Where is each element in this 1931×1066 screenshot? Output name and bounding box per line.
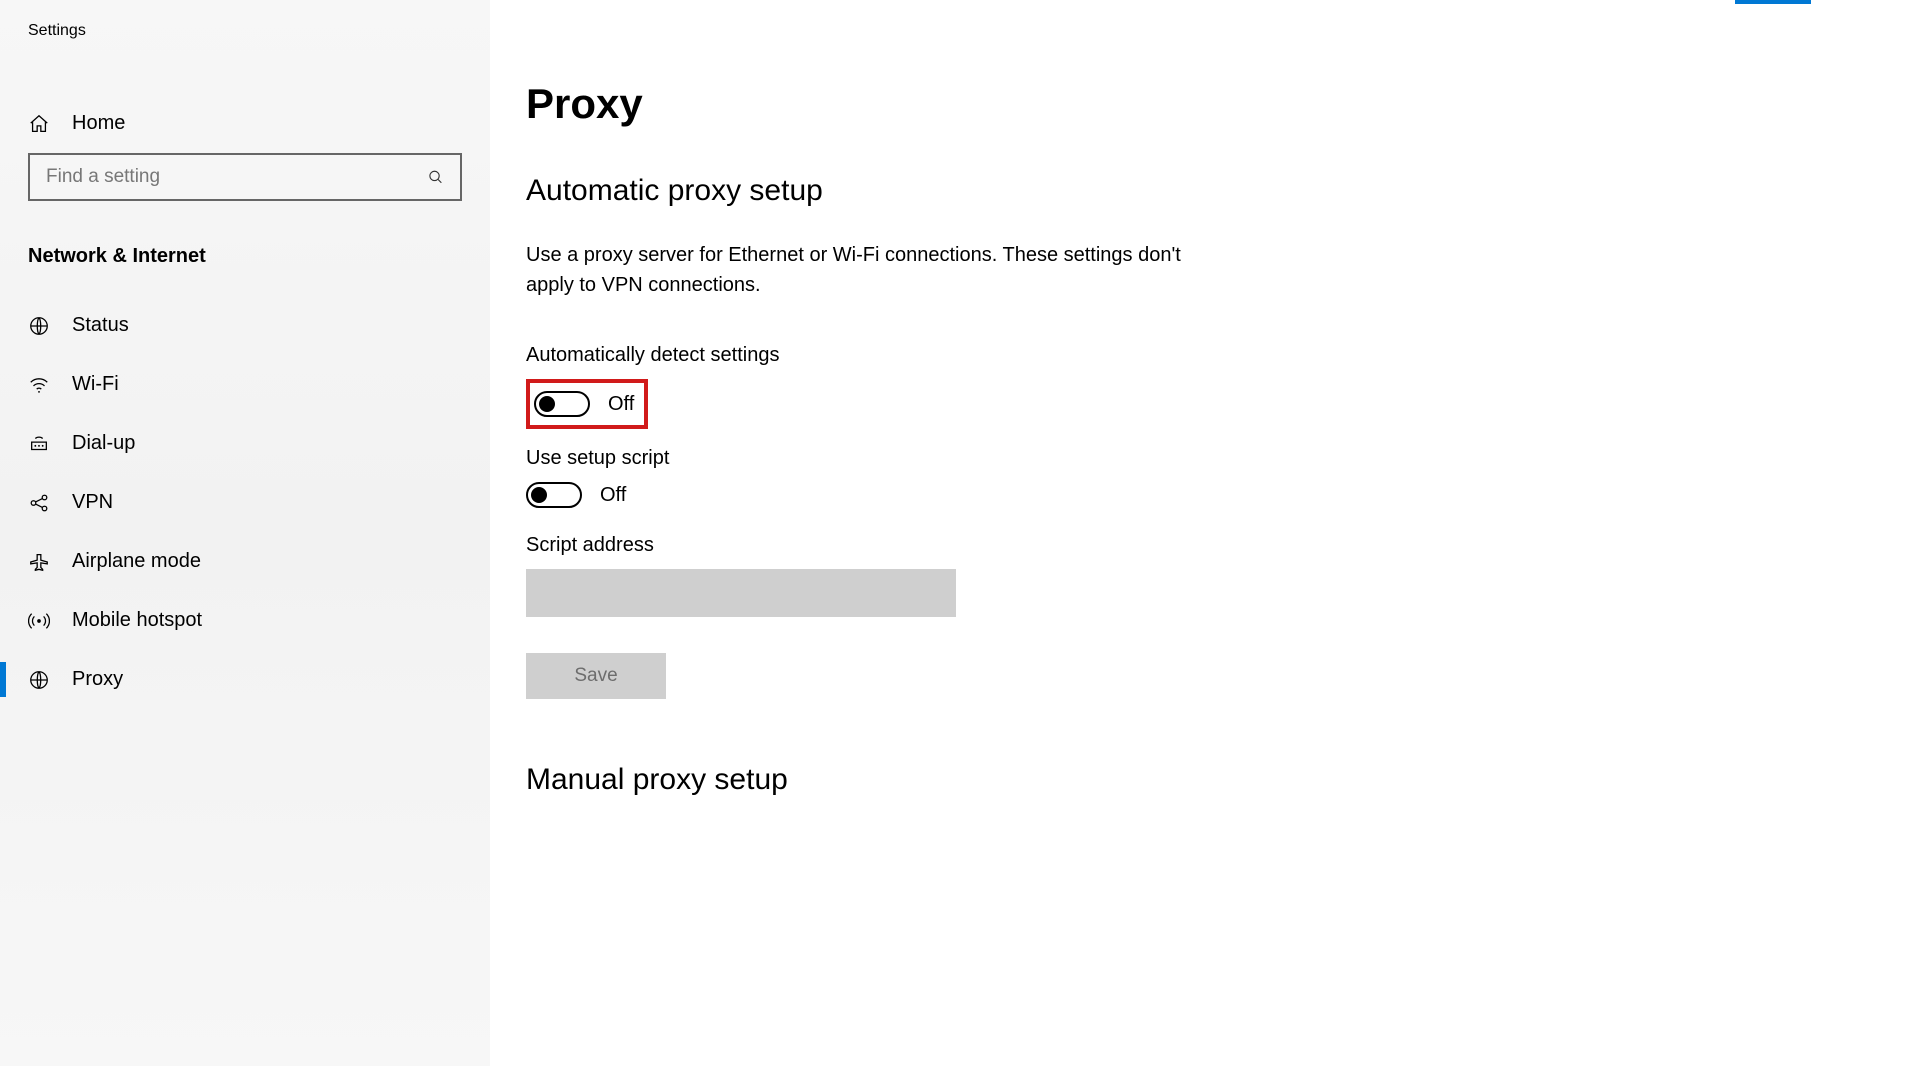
- search-field[interactable]: [46, 166, 427, 188]
- proxy-icon: [28, 669, 50, 691]
- home-icon: [28, 113, 50, 135]
- search-icon: [427, 168, 444, 186]
- nav-home[interactable]: Home: [0, 94, 490, 153]
- use-script-state: Off: [600, 484, 626, 507]
- page-title: Proxy: [526, 80, 1931, 128]
- auto-detect-state: Off: [608, 393, 634, 416]
- nav-home-label: Home: [72, 112, 125, 135]
- dialup-icon: [28, 433, 50, 455]
- airplane-icon: [28, 551, 50, 573]
- search-input[interactable]: [28, 153, 462, 201]
- section-manual-title: Manual proxy setup: [526, 763, 1931, 797]
- sidebar-item-label: Dial-up: [72, 432, 135, 455]
- sidebar-item-label: Wi-Fi: [72, 373, 119, 396]
- script-address-label: Script address: [526, 534, 1931, 557]
- wifi-icon: [28, 374, 50, 396]
- use-script-toggle[interactable]: [526, 482, 582, 508]
- sidebar-item-proxy[interactable]: Proxy: [0, 650, 490, 709]
- sidebar-item-label: Airplane mode: [72, 550, 201, 573]
- section-automatic-title: Automatic proxy setup: [526, 174, 1931, 208]
- accent-strip: [1735, 0, 1811, 4]
- sidebar-item-label: Status: [72, 314, 129, 337]
- globe-icon: [28, 315, 50, 337]
- sidebar-category: Network & Internet: [0, 229, 490, 296]
- sidebar-item-status[interactable]: Status: [0, 296, 490, 355]
- auto-detect-toggle[interactable]: [534, 391, 590, 417]
- sidebar: Settings Home Network & Internet Status …: [0, 0, 490, 1066]
- sidebar-item-dialup[interactable]: Dial-up: [0, 414, 490, 473]
- section-automatic-desc: Use a proxy server for Ethernet or Wi-Fi…: [526, 240, 1186, 300]
- use-script-label: Use setup script: [526, 447, 1931, 470]
- vpn-icon: [28, 492, 50, 514]
- highlight-auto-detect-toggle: Off: [526, 379, 648, 429]
- app-title: Settings: [0, 22, 490, 40]
- save-button[interactable]: Save: [526, 653, 666, 699]
- sidebar-item-label: Proxy: [72, 668, 123, 691]
- script-address-input[interactable]: [526, 569, 956, 617]
- hotspot-icon: [28, 610, 50, 632]
- sidebar-item-vpn[interactable]: VPN: [0, 473, 490, 532]
- sidebar-item-label: Mobile hotspot: [72, 609, 202, 632]
- sidebar-item-wifi[interactable]: Wi-Fi: [0, 355, 490, 414]
- sidebar-item-airplane[interactable]: Airplane mode: [0, 532, 490, 591]
- content: Proxy Automatic proxy setup Use a proxy …: [490, 0, 1931, 1066]
- sidebar-item-label: VPN: [72, 491, 113, 514]
- sidebar-item-hotspot[interactable]: Mobile hotspot: [0, 591, 490, 650]
- auto-detect-label: Automatically detect settings: [526, 344, 1931, 367]
